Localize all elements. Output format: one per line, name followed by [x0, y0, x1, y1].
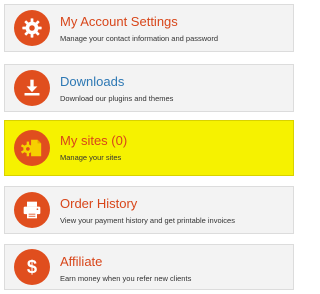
dollar-icon: $ [14, 249, 50, 285]
my-sites-desc: Manage your sites [60, 153, 122, 162]
account-settings-card[interactable]: My Account Settings Manage your contact … [4, 4, 294, 52]
account-settings-desc: Manage your contact information and pass… [60, 34, 219, 43]
my-sites-title[interactable]: My sites (0) [60, 133, 127, 149]
downloads-title[interactable]: Downloads [60, 74, 124, 90]
gear-icon [14, 10, 50, 46]
printer-icon [14, 192, 50, 228]
download-icon [14, 70, 50, 106]
downloads-card[interactable]: Downloads Download our plugins and theme… [4, 64, 294, 112]
account-settings-title[interactable]: My Account Settings [60, 14, 178, 30]
affiliate-desc: Earn money when you refer new clients [60, 274, 192, 283]
downloads-desc: Download our plugins and themes [60, 94, 174, 103]
site-gear-document-icon [14, 130, 50, 166]
affiliate-card[interactable]: $ Affiliate Earn money when you refer ne… [4, 244, 294, 290]
my-sites-card[interactable]: My sites (0) Manage your sites [4, 120, 294, 176]
svg-text:$: $ [27, 256, 37, 277]
order-history-card[interactable]: Order History View your payment history … [4, 186, 294, 234]
order-history-title[interactable]: Order History [60, 196, 137, 212]
affiliate-title[interactable]: Affiliate [60, 254, 102, 270]
order-history-desc: View your payment history and get printa… [60, 216, 235, 225]
